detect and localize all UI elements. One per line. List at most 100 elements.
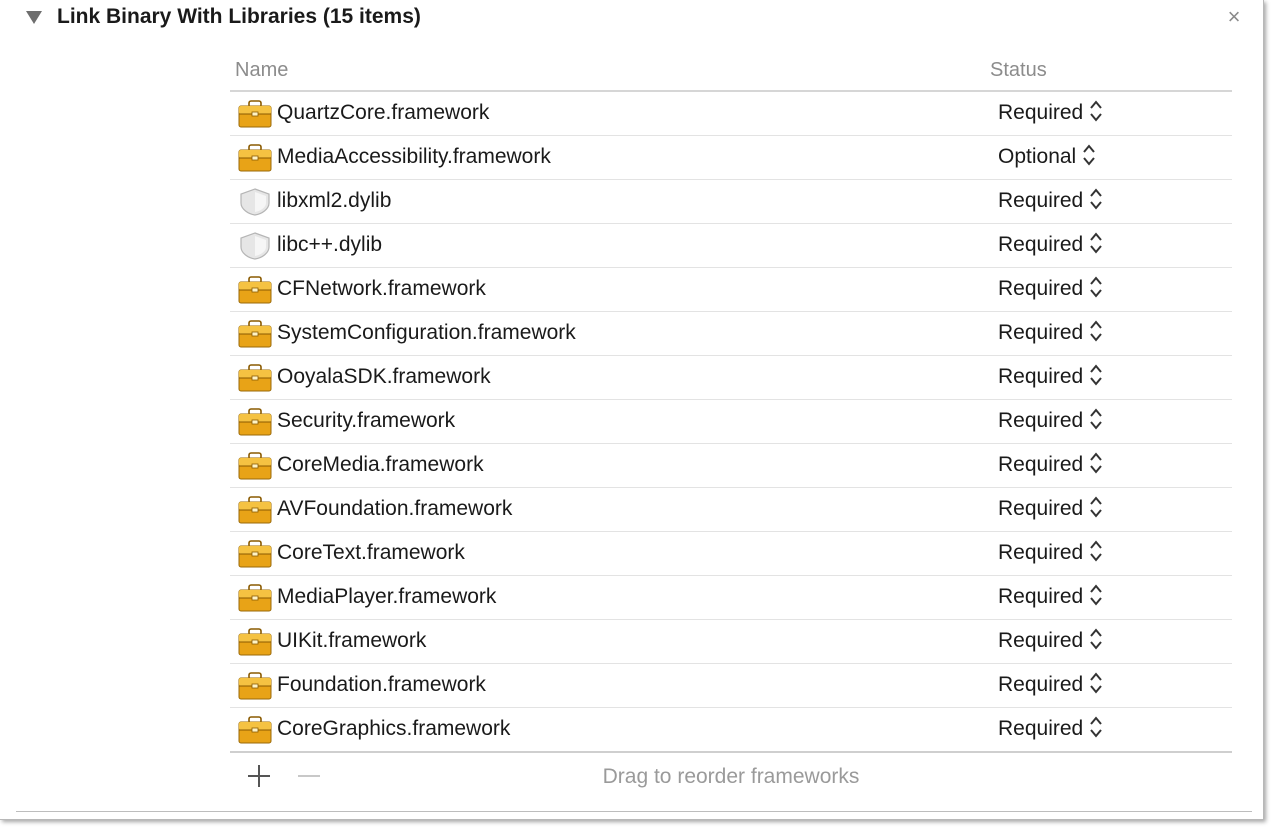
disclosure-triangle-icon[interactable] — [26, 11, 42, 24]
library-icon — [238, 232, 272, 260]
up-down-chevron-icon — [1089, 319, 1103, 343]
table-row[interactable]: CFNetwork.framework Required — [230, 268, 1232, 312]
table-row[interactable]: CoreText.framework Required — [230, 532, 1232, 576]
library-name: libc++.dylib — [277, 233, 383, 256]
framework-icon — [238, 672, 272, 700]
status-value: Required — [998, 497, 1084, 520]
status-popup[interactable]: Required — [998, 363, 1103, 389]
library-name: AVFoundation.framework — [277, 497, 513, 520]
up-down-chevron-icon — [1089, 363, 1103, 387]
column-header-status[interactable]: Status — [990, 59, 1047, 82]
status-value: Required — [998, 717, 1084, 740]
library-name: CoreText.framework — [277, 541, 465, 564]
up-down-chevron-icon — [1089, 495, 1103, 519]
status-value: Required — [998, 629, 1084, 652]
status-value: Required — [998, 321, 1084, 344]
status-value: Required — [998, 189, 1084, 212]
library-name: SystemConfiguration.framework — [277, 321, 576, 344]
status-value: Required — [998, 409, 1084, 432]
library-icon — [238, 188, 272, 216]
up-down-chevron-icon — [1089, 671, 1103, 695]
reorder-hint: Drag to reorder frameworks — [602, 765, 860, 788]
status-popup[interactable]: Required — [998, 627, 1103, 653]
library-name: CoreGraphics.framework — [277, 717, 511, 740]
table-row[interactable]: CoreMedia.framework Required — [230, 444, 1232, 488]
status-popup[interactable]: Required — [998, 407, 1103, 433]
framework-icon — [238, 452, 272, 480]
status-popup[interactable]: Required — [998, 319, 1103, 345]
framework-icon — [238, 364, 272, 392]
up-down-chevron-icon — [1089, 231, 1103, 255]
library-name: UIKit.framework — [277, 629, 427, 652]
status-popup[interactable]: Required — [998, 99, 1103, 125]
status-value: Required — [998, 673, 1084, 696]
up-down-chevron-icon — [1089, 539, 1103, 563]
status-popup[interactable]: Required — [998, 671, 1103, 697]
table-row[interactable]: libc++.dylib Required — [230, 224, 1232, 268]
status-popup[interactable]: Required — [998, 451, 1103, 477]
up-down-chevron-icon — [1089, 275, 1103, 299]
library-name: CFNetwork.framework — [277, 277, 486, 300]
table-row[interactable]: Security.framework Required — [230, 400, 1232, 444]
up-down-chevron-icon — [1089, 99, 1103, 123]
table-row[interactable]: OoyalaSDK.framework Required — [230, 356, 1232, 400]
table-row[interactable]: CoreGraphics.framework Required — [230, 708, 1232, 752]
library-name: libxml2.dylib — [277, 189, 392, 212]
framework-icon — [238, 628, 272, 656]
close-icon[interactable]: × — [1222, 5, 1246, 29]
table-row[interactable]: MediaPlayer.framework Required — [230, 576, 1232, 620]
table-row[interactable]: QuartzCore.framework Required — [230, 92, 1232, 136]
framework-icon — [238, 584, 272, 612]
panel-bottom-divider — [16, 811, 1252, 812]
status-popup[interactable]: Required — [998, 231, 1103, 257]
framework-icon — [238, 320, 272, 348]
status-popup[interactable]: Required — [998, 275, 1103, 301]
status-popup[interactable]: Required — [998, 583, 1103, 609]
footer-divider — [230, 751, 1232, 753]
status-value: Required — [998, 233, 1084, 256]
table-row[interactable]: UIKit.framework Required — [230, 620, 1232, 664]
status-value: Optional — [998, 145, 1077, 168]
framework-icon — [238, 540, 272, 568]
up-down-chevron-icon — [1089, 627, 1103, 651]
status-value: Required — [998, 277, 1084, 300]
status-popup[interactable]: Required — [998, 539, 1103, 565]
status-value: Required — [998, 541, 1084, 564]
table-row[interactable]: Foundation.framework Required — [230, 664, 1232, 708]
up-down-chevron-icon — [1089, 715, 1103, 739]
section-title: Link Binary With Libraries (15 items) — [57, 5, 421, 28]
framework-icon — [238, 276, 272, 304]
status-value: Required — [998, 365, 1084, 388]
build-phase-panel: Link Binary With Libraries (15 items) × … — [0, 0, 1264, 820]
up-down-chevron-icon — [1089, 583, 1103, 607]
up-down-chevron-icon — [1082, 143, 1096, 167]
library-name: Foundation.framework — [277, 673, 486, 696]
up-down-chevron-icon — [1089, 187, 1103, 211]
framework-icon — [238, 496, 272, 524]
library-name: MediaAccessibility.framework — [277, 145, 551, 168]
library-name: Security.framework — [277, 409, 456, 432]
column-header-name[interactable]: Name — [235, 59, 288, 82]
library-name: CoreMedia.framework — [277, 453, 484, 476]
framework-icon — [238, 100, 272, 128]
library-name: OoyalaSDK.framework — [277, 365, 491, 388]
status-value: Required — [998, 453, 1084, 476]
framework-icon — [238, 408, 272, 436]
table-row[interactable]: AVFoundation.framework Required — [230, 488, 1232, 532]
library-name: QuartzCore.framework — [277, 101, 490, 124]
table-row[interactable]: SystemConfiguration.framework Required — [230, 312, 1232, 356]
library-name: MediaPlayer.framework — [277, 585, 497, 608]
status-value: Required — [998, 585, 1084, 608]
status-popup[interactable]: Required — [998, 187, 1103, 213]
table-row[interactable]: libxml2.dylib Required — [230, 180, 1232, 224]
status-popup[interactable]: Required — [998, 715, 1103, 741]
status-popup[interactable]: Required — [998, 495, 1103, 521]
table-row[interactable]: MediaAccessibility.framework Optional — [230, 136, 1232, 180]
framework-icon — [238, 144, 272, 172]
framework-icon — [238, 716, 272, 744]
library-table: QuartzCore.framework Required MediaAccessi… — [230, 92, 1232, 752]
up-down-chevron-icon — [1089, 451, 1103, 475]
status-value: Required — [998, 101, 1084, 124]
status-popup[interactable]: Optional — [998, 143, 1096, 169]
up-down-chevron-icon — [1089, 407, 1103, 431]
